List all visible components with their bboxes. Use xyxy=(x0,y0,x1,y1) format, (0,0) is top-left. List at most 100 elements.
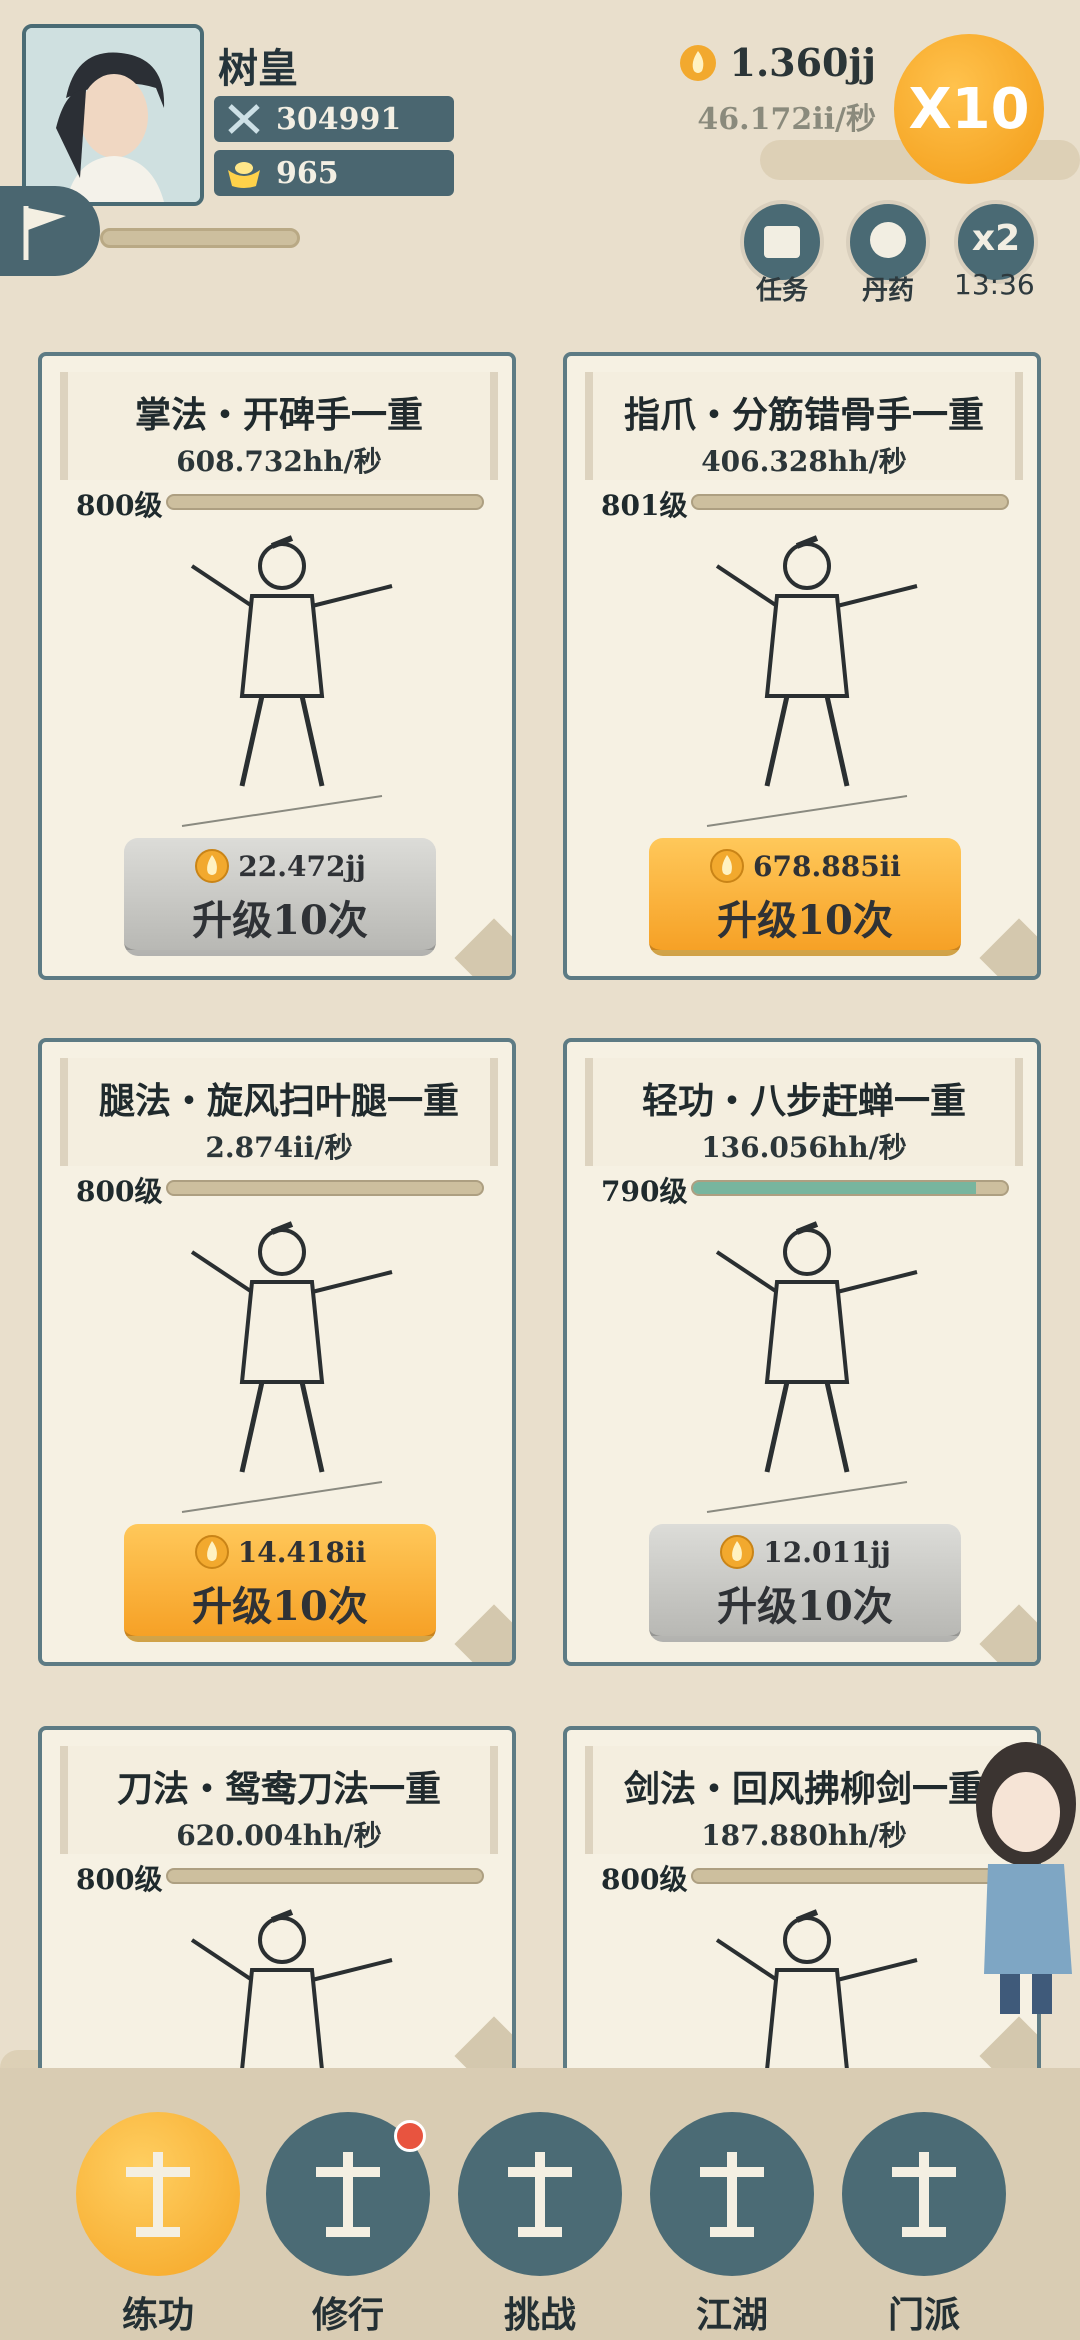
upgrade-cost: 678.885ii xyxy=(649,848,961,884)
nav-item-4[interactable] xyxy=(650,2112,814,2276)
skill-header: 腿法・旋风扫叶腿一重 2.874ii/秒 xyxy=(60,1058,498,1166)
skill-title: 掌法・开碑手一重 xyxy=(134,394,423,436)
upgrade-label: 升级10次 xyxy=(717,897,893,944)
martial-artist-figure-icon xyxy=(181,1221,393,1513)
nav-label: 练功 xyxy=(121,2295,194,2336)
upgrade-cost: 14.418ii xyxy=(124,1534,436,1570)
flame-coin-icon xyxy=(195,849,230,883)
crossed-swords-icon xyxy=(228,104,260,134)
skill-progress-bar xyxy=(691,494,1009,510)
skill-title: 指爪・分筋错骨手一重 xyxy=(623,394,984,436)
nav-label: 门派 xyxy=(887,2295,960,2336)
top-bar: 树皇 304991 965 1.360jj 46.172ii/秒 X10 任务 xyxy=(0,0,1080,320)
skill-level: 801级 xyxy=(601,489,688,522)
boost-label: x2 xyxy=(971,218,1021,259)
nav-label: 修行 xyxy=(311,2295,384,2336)
martial-artist-figure-icon xyxy=(190,1909,393,2074)
skill-rate: 620.004hh/秒 xyxy=(176,1819,382,1852)
skill-header: 轻功・八步赶蝉一重 136.056hh/秒 xyxy=(585,1058,1023,1166)
upgrade-button[interactable]: 12.011jj 升级10次 xyxy=(649,1524,961,1642)
skill-header: 掌法・开碑手一重 608.732hh/秒 xyxy=(60,372,498,480)
upgrade-cost-value: 22.472jj xyxy=(238,849,366,883)
bottom-nav: 练功 修行 挑战 江湖 门派 xyxy=(0,2068,1080,2340)
scroll-icon xyxy=(764,226,800,258)
nav-item-1[interactable] xyxy=(76,2112,240,2276)
crossed-blades-icon xyxy=(508,2152,572,2237)
upgrade-cost-value: 678.885ii xyxy=(753,849,901,883)
mascot-girl[interactable] xyxy=(960,1734,1080,2034)
skill-rate: 608.732hh/秒 xyxy=(176,445,382,478)
skill-title: 刀法・鸳鸯刀法一重 xyxy=(116,1768,441,1810)
flame-coin-icon xyxy=(720,1535,755,1569)
currency-display: 1.360jj xyxy=(678,40,877,85)
skill-rate: 136.056hh/秒 xyxy=(701,1131,907,1164)
player-exp-bar xyxy=(100,228,300,248)
skill-progress-bar xyxy=(166,494,484,510)
nav-item-5[interactable] xyxy=(842,2112,1006,2276)
upgrade-label: 升级10次 xyxy=(192,897,368,944)
skill-progress-bar xyxy=(691,1180,1009,1196)
upgrade-cost: 12.011jj xyxy=(649,1534,961,1570)
combat-power-box: 304991 xyxy=(214,96,454,142)
skill-progress-bar xyxy=(166,1180,484,1196)
upgrade-button[interactable]: 678.885ii 升级10次 xyxy=(649,838,961,956)
flame-coin-icon xyxy=(710,849,745,883)
notification-dot xyxy=(394,2120,426,2152)
skill-card[interactable]: 指爪・分筋错骨手一重 406.328hh/秒 801级 678.885ii 升级… xyxy=(563,352,1041,980)
skill-title: 轻功・八步赶蝉一重 xyxy=(641,1080,966,1122)
flag-button[interactable] xyxy=(0,186,100,276)
figure-icon xyxy=(126,2152,190,2237)
upgrade-cost-value: 12.011jj xyxy=(763,1535,891,1569)
skill-card[interactable]: 腿法・旋风扫叶腿一重 2.874ii/秒 800级 14.418ii 升级10次 xyxy=(38,1038,516,1666)
martial-artist-figure-icon xyxy=(715,1909,918,2074)
skill-level: 800级 xyxy=(76,1863,163,1896)
player-name: 树皇 xyxy=(218,45,298,92)
skill-card[interactable]: 刀法・鸳鸯刀法一重 620.004hh/秒 800级 xyxy=(38,1726,516,2078)
pill-button-label: 丹药 xyxy=(861,276,914,306)
upgrade-cost-value: 14.418ii xyxy=(237,1535,367,1569)
skill-card[interactable]: 掌法・开碑手一重 608.732hh/秒 800级 22.472jj 升级10次 xyxy=(38,352,516,980)
gold-ingot-box: 965 xyxy=(214,150,454,196)
pill-icon xyxy=(870,222,906,258)
skill-card[interactable]: 轻功・八步赶蝉一重 136.056hh/秒 790级 12.011jj 升级10… xyxy=(563,1038,1041,1666)
upgrade-cost: 22.472jj xyxy=(124,848,436,884)
skill-rate: 406.328hh/秒 xyxy=(701,445,907,478)
nav-item-3[interactable] xyxy=(458,2112,622,2276)
skill-level: 800级 xyxy=(76,489,163,522)
flag-icon xyxy=(23,206,66,260)
skill-header: 指爪・分筋错骨手一重 406.328hh/秒 xyxy=(585,372,1023,480)
skill-title: 腿法・旋风扫叶腿一重 xyxy=(98,1080,459,1122)
boost-timer: 13:36 xyxy=(954,268,1035,301)
skill-progress-fill xyxy=(693,1182,976,1194)
girl-character-icon xyxy=(976,1742,1076,2014)
skill-level: 800级 xyxy=(76,1175,163,1208)
gold-ingot-value: 965 xyxy=(276,155,339,191)
flame-coin-icon xyxy=(194,1535,229,1569)
nav-label: 挑战 xyxy=(503,2295,576,2336)
skill-level: 790级 xyxy=(601,1175,688,1208)
martial-artist-figure-icon xyxy=(706,535,918,827)
skill-rate: 2.874ii/秒 xyxy=(205,1131,353,1164)
nav-label: 江湖 xyxy=(695,2295,768,2336)
skill-title: 剑法・回风拂柳剑一重 xyxy=(623,1768,984,1810)
skill-header: 剑法・回风拂柳剑一重 187.880hh/秒 xyxy=(585,1746,1023,1854)
upgrade-button[interactable]: 22.472jj 升级10次 xyxy=(124,838,436,956)
martial-artist-figure-icon xyxy=(181,535,393,827)
combat-power-value: 304991 xyxy=(276,101,402,137)
flame-coin-icon xyxy=(679,44,716,81)
gold-ingot-icon xyxy=(228,162,260,188)
skill-rate: 187.880hh/秒 xyxy=(701,1819,907,1852)
mountain-icon xyxy=(700,2152,764,2237)
skill-progress-bar xyxy=(166,1868,484,1884)
task-button-label: 任务 xyxy=(755,276,808,306)
upgrade-button[interactable]: 14.418ii 升级10次 xyxy=(124,1524,436,1642)
coin-rate: 46.172ii/秒 xyxy=(697,102,876,137)
upgrade-label: 升级10次 xyxy=(717,1583,893,1630)
skill-header: 刀法・鸳鸯刀法一重 620.004hh/秒 xyxy=(60,1746,498,1854)
gate-icon xyxy=(892,2152,956,2237)
upgrade-label: 升级10次 xyxy=(192,1583,368,1630)
skill-level: 800级 xyxy=(601,1863,688,1896)
coin-amount: 1.360jj xyxy=(729,40,877,85)
player-avatar[interactable] xyxy=(22,24,204,206)
multiplier-x10-button[interactable]: X10 xyxy=(894,34,1044,184)
